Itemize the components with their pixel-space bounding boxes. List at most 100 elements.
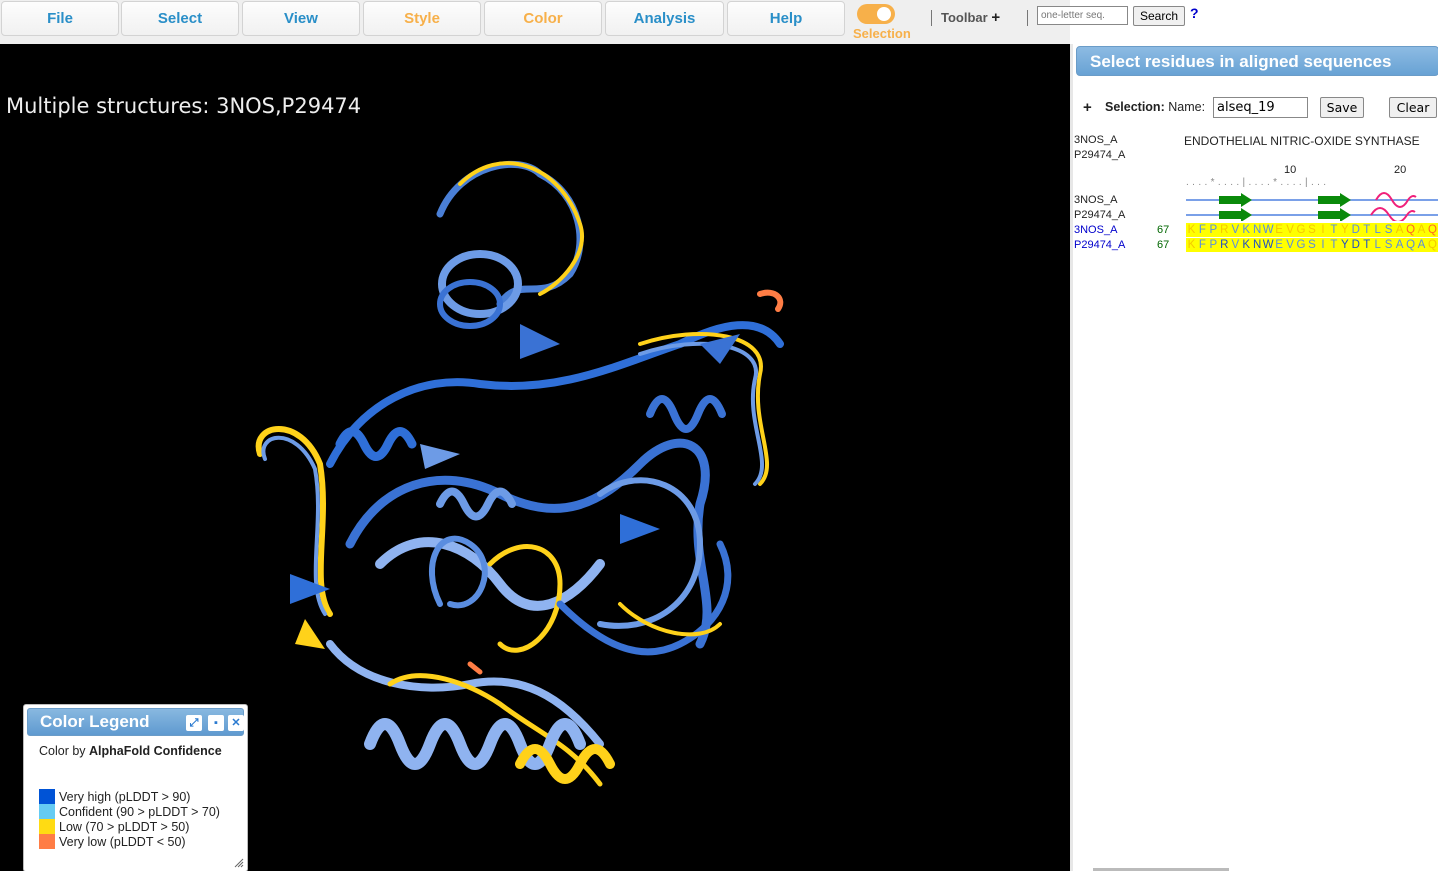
residue[interactable]: S bbox=[1306, 238, 1317, 252]
residue[interactable]: Y bbox=[1339, 238, 1350, 252]
legend-label: Confident (90 > pLDDT > 70) bbox=[59, 804, 220, 819]
close-icon[interactable]: ✕ bbox=[228, 715, 244, 731]
residue[interactable]: T bbox=[1361, 238, 1372, 252]
seq-row-chain[interactable]: 3NOS_A bbox=[1074, 224, 1117, 236]
menu-help[interactable]: Help bbox=[727, 1, 845, 36]
beta-arrow bbox=[295, 619, 325, 649]
helix bbox=[646, 395, 726, 433]
legend-header[interactable]: Color Legend ⤢ ▪ ✕ bbox=[27, 708, 244, 736]
residue[interactable]: A bbox=[1394, 223, 1405, 237]
ss-row-label: P29474_A bbox=[1074, 209, 1126, 221]
legend-title: Color Legend bbox=[40, 712, 150, 731]
save-icon[interactable]: ▪ bbox=[208, 715, 224, 731]
residue[interactable]: I bbox=[1317, 223, 1328, 237]
selection-name-input[interactable] bbox=[1213, 97, 1308, 118]
beta-arrow bbox=[420, 444, 460, 469]
resize-handle-icon[interactable] bbox=[234, 858, 244, 868]
menu-file[interactable]: File bbox=[1, 1, 119, 36]
residue[interactable]: Y bbox=[1339, 223, 1350, 237]
selection-label: Selection: bbox=[1105, 100, 1165, 114]
residue[interactable]: L bbox=[1372, 223, 1383, 237]
residue[interactable]: D bbox=[1350, 223, 1361, 237]
header-chain-2: P29474_A bbox=[1074, 149, 1126, 161]
beta-strand-arrow bbox=[1318, 208, 1351, 221]
beta-arrow bbox=[520, 324, 560, 359]
structure-viewer[interactable]: Multiple structures: 3NOS,P29474 Color L… bbox=[0, 44, 1070, 871]
residue[interactable]: T bbox=[1361, 223, 1372, 237]
residue[interactable]: Q bbox=[1427, 223, 1438, 237]
residue[interactable]: A bbox=[1394, 238, 1405, 252]
panel-header[interactable]: Select residues in aligned sequences bbox=[1076, 46, 1438, 76]
help-link[interactable]: ? bbox=[1190, 5, 1199, 21]
residue[interactable]: Q bbox=[1405, 223, 1416, 237]
residue[interactable]: G bbox=[1296, 238, 1307, 252]
swatch bbox=[39, 819, 55, 834]
residue[interactable]: R bbox=[1219, 223, 1230, 237]
residue[interactable]: A bbox=[1416, 223, 1427, 237]
residue[interactable]: V bbox=[1285, 238, 1296, 252]
menu-color[interactable]: Color bbox=[484, 1, 602, 36]
seq-row-start: 67 bbox=[1157, 239, 1170, 251]
residue[interactable]: Q bbox=[1405, 238, 1416, 252]
swatch bbox=[39, 789, 55, 804]
search-button[interactable]: Search bbox=[1133, 6, 1185, 26]
residue[interactable]: K bbox=[1186, 223, 1197, 237]
residue[interactable]: K bbox=[1186, 238, 1197, 252]
residue[interactable]: D bbox=[1350, 238, 1361, 252]
toolbar-toggle[interactable]: Toolbar + bbox=[941, 9, 1000, 26]
ribbon-loop bbox=[757, 289, 784, 312]
residue[interactable]: N bbox=[1252, 223, 1263, 237]
clear-button[interactable]: Clear bbox=[1389, 97, 1437, 118]
legend-item-low: Low (70 > pLDDT > 50) bbox=[39, 819, 189, 834]
sequence-row-P29474_A[interactable]: KFPRVKNWEVGSITYDTLSAQAQ bbox=[1186, 238, 1438, 252]
sequence-search-input[interactable] bbox=[1037, 6, 1128, 25]
selection-name-label: Selection: Name: bbox=[1105, 100, 1205, 114]
residue[interactable]: Q bbox=[1427, 238, 1438, 252]
legend-item-confident: Confident (90 > pLDDT > 70) bbox=[39, 804, 220, 819]
residue[interactable]: K bbox=[1241, 223, 1252, 237]
residue[interactable]: P bbox=[1208, 223, 1219, 237]
residue[interactable]: G bbox=[1296, 223, 1307, 237]
swatch bbox=[39, 834, 55, 849]
residue[interactable]: F bbox=[1197, 238, 1208, 252]
residue[interactable]: P bbox=[1208, 238, 1219, 252]
menu-view[interactable]: View bbox=[242, 1, 360, 36]
sequence-row-3NOS_A[interactable]: KFPRVKNWEVGSITYDTLSAQAQ bbox=[1186, 223, 1438, 237]
menu-select[interactable]: Select bbox=[121, 1, 239, 36]
residue[interactable]: R bbox=[1219, 238, 1230, 252]
residue[interactable]: V bbox=[1230, 223, 1241, 237]
toggle-knob bbox=[877, 7, 891, 21]
residue[interactable]: E bbox=[1274, 223, 1285, 237]
residue[interactable]: V bbox=[1285, 223, 1296, 237]
ribbon-loop bbox=[375, 537, 605, 611]
residue[interactable]: T bbox=[1328, 238, 1339, 252]
residue[interactable]: S bbox=[1383, 238, 1394, 252]
save-button[interactable]: Save bbox=[1320, 97, 1364, 118]
residue[interactable]: W bbox=[1263, 223, 1274, 237]
plus-icon: + bbox=[991, 9, 1001, 26]
residue[interactable]: N bbox=[1252, 238, 1263, 252]
menu-style[interactable]: Style bbox=[363, 1, 481, 36]
legend-subtitle-scheme: AlphaFold Confidence bbox=[89, 744, 222, 758]
expand-plus-icon[interactable]: + bbox=[1083, 99, 1092, 116]
expand-icon[interactable]: ⤢ bbox=[186, 715, 202, 731]
helix bbox=[436, 487, 516, 521]
selection-toggle[interactable] bbox=[857, 4, 895, 24]
residue[interactable]: F bbox=[1197, 223, 1208, 237]
residue[interactable]: V bbox=[1230, 238, 1241, 252]
legend-label: Very low (pLDDT < 50) bbox=[59, 834, 186, 849]
residue[interactable]: I bbox=[1317, 238, 1328, 252]
residue[interactable]: S bbox=[1383, 223, 1394, 237]
panel-title: Select residues in aligned sequences bbox=[1090, 52, 1392, 71]
residue[interactable]: K bbox=[1241, 238, 1252, 252]
beta-strand-arrow bbox=[1318, 193, 1351, 207]
menu-analysis[interactable]: Analysis bbox=[605, 1, 724, 36]
residue[interactable]: A bbox=[1416, 238, 1427, 252]
residue[interactable]: W bbox=[1263, 238, 1274, 252]
residue[interactable]: T bbox=[1328, 223, 1339, 237]
residue[interactable]: L bbox=[1372, 238, 1383, 252]
toolbar-label: Toolbar bbox=[941, 10, 988, 25]
residue[interactable]: E bbox=[1274, 238, 1285, 252]
residue[interactable]: S bbox=[1306, 223, 1317, 237]
seq-row-chain[interactable]: P29474_A bbox=[1074, 239, 1125, 251]
